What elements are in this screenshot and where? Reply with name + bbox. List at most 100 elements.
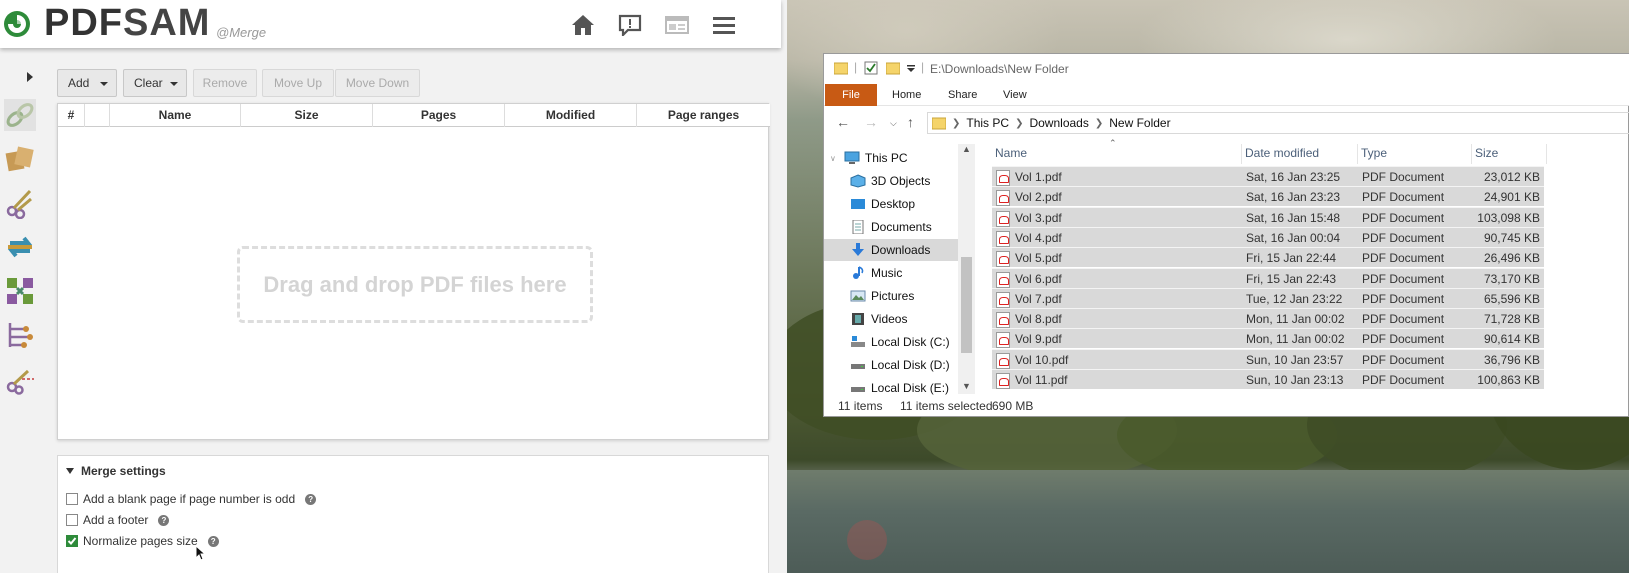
- file-row[interactable]: Vol 8.pdf Mon, 11 Jan 00:02 PDF Document 71…: [992, 308, 1544, 329]
- scroll-up-arrow-icon[interactable]: ▲: [962, 144, 971, 154]
- column-header-name[interactable]: Name: [992, 144, 1242, 164]
- column-header-size[interactable]: Size: [1472, 144, 1547, 164]
- nav-item-music[interactable]: Music: [824, 262, 959, 284]
- clear-button[interactable]: Clear: [123, 69, 187, 97]
- new-folder-icon[interactable]: [886, 61, 900, 75]
- remove-button[interactable]: Remove: [193, 69, 257, 97]
- add-button[interactable]: Add: [57, 69, 117, 97]
- split-by-bookmarks-tool-icon[interactable]: [4, 319, 36, 351]
- ribbon-tab-view[interactable]: View: [991, 84, 1039, 106]
- scrollbar-thumb[interactable]: [961, 257, 972, 353]
- nav-item-local-disk-c[interactable]: Local Disk (C:): [824, 331, 959, 353]
- forward-arrow-icon[interactable]: →: [864, 114, 878, 130]
- nav-item-documents[interactable]: Documents: [824, 216, 959, 238]
- nav-item-videos[interactable]: Videos: [824, 308, 959, 330]
- file-row[interactable]: Vol 3.pdf Sat, 16 Jan 15:48 PDF Document 10…: [992, 206, 1544, 227]
- breadcrumb-chevron-icon[interactable]: ❯: [1095, 118, 1103, 129]
- file-name: Vol 6.pdf: [1015, 271, 1062, 286]
- documents-icon: [852, 220, 864, 234]
- pdf-dropzone[interactable]: Drag and drop PDF files here: [237, 246, 593, 323]
- breadcrumb-chevron-icon[interactable]: ❯: [1015, 118, 1023, 129]
- nav-item-3d-objects[interactable]: 3D Objects: [824, 170, 959, 192]
- column-header-index[interactable]: #: [58, 104, 85, 127]
- collapse-chevron-icon[interactable]: ∨: [830, 154, 836, 163]
- expand-sidebar-icon[interactable]: [27, 72, 33, 82]
- nav-label: 3D Objects: [871, 174, 931, 188]
- footer-label[interactable]: Add a footer: [83, 513, 148, 527]
- column-header-status[interactable]: [85, 104, 110, 127]
- column-header-size[interactable]: Size: [241, 104, 373, 127]
- file-row[interactable]: Vol 5.pdf Fri, 15 Jan 22:44 PDF Document 26…: [992, 247, 1544, 268]
- file-row[interactable]: Vol 2.pdf Sat, 16 Jan 23:23 PDF Document 24…: [992, 186, 1544, 207]
- split-by-size-tool-icon[interactable]: [4, 363, 36, 395]
- ribbon-tab-file[interactable]: File: [825, 84, 877, 106]
- extract-tool-icon[interactable]: [4, 275, 36, 307]
- file-size: 24,901 KB: [1483, 190, 1540, 205]
- back-arrow-icon[interactable]: ←: [836, 114, 850, 130]
- menu-icon[interactable]: [711, 12, 737, 38]
- column-header-page-ranges[interactable]: Page ranges: [637, 104, 770, 127]
- merge-tool-icon[interactable]: [4, 99, 36, 131]
- move-up-button[interactable]: Move Up: [262, 69, 334, 97]
- column-header-name[interactable]: Name: [110, 104, 241, 127]
- quick-access-dropdown-icon[interactable]: [906, 65, 916, 73]
- rotate-tool-icon[interactable]: [4, 231, 36, 263]
- nav-item-this-pc[interactable]: ∨ This PC: [824, 147, 959, 169]
- address-box[interactable]: ❯ This PC ❯ Downloads ❯ New Folder: [927, 112, 1629, 134]
- file-row[interactable]: Vol 6.pdf Fri, 15 Jan 22:43 PDF Document 73…: [992, 267, 1544, 288]
- scroll-down-arrow-icon[interactable]: ▼: [962, 381, 971, 391]
- breadcrumb-this-pc[interactable]: This PC: [966, 116, 1009, 130]
- navigation-scrollbar[interactable]: ▲ ▼: [958, 144, 975, 394]
- help-icon[interactable]: ?: [207, 535, 219, 547]
- file-row[interactable]: Vol 1.pdf Sat, 16 Jan 23:25 PDF Document 23…: [992, 166, 1544, 186]
- breadcrumb-downloads[interactable]: Downloads: [1029, 116, 1088, 130]
- properties-icon[interactable]: [864, 61, 878, 75]
- normalize-label[interactable]: Normalize pages size: [83, 534, 198, 548]
- nav-label: Local Disk (D:): [871, 358, 950, 372]
- file-name: Vol 9.pdf: [1015, 332, 1062, 347]
- file-row[interactable]: Vol 11.pdf Sun, 10 Jan 23:13 PDF Document 1…: [992, 369, 1544, 389]
- file-row[interactable]: Vol 4.pdf Sat, 16 Jan 00:04 PDF Document 90…: [992, 226, 1544, 247]
- news-icon[interactable]: [664, 12, 690, 38]
- 3d-objects-icon: [850, 174, 866, 188]
- help-icon[interactable]: ?: [158, 514, 170, 526]
- file-row[interactable]: Vol 7.pdf Tue, 12 Jan 23:22 PDF Document 65…: [992, 287, 1544, 308]
- merge-settings-toggle[interactable]: Merge settings: [66, 464, 166, 478]
- titlebar-divider: |: [854, 60, 858, 74]
- breadcrumb-new-folder[interactable]: New Folder: [1109, 116, 1170, 130]
- help-icon[interactable]: ?: [305, 493, 317, 505]
- nav-item-local-disk-d[interactable]: Local Disk (D:): [824, 354, 959, 376]
- home-icon[interactable]: [570, 12, 596, 38]
- nav-label: Desktop: [871, 197, 916, 211]
- file-row[interactable]: Vol 9.pdf Mon, 11 Jan 00:02 PDF Document 90…: [992, 328, 1544, 349]
- move-down-button[interactable]: Move Down: [335, 69, 420, 97]
- file-type: PDF Document: [1362, 373, 1445, 387]
- feedback-icon[interactable]: [617, 12, 643, 38]
- recent-locations-chevron-icon[interactable]: ⌵: [890, 118, 897, 129]
- nav-item-local-disk-e[interactable]: Local Disk (E:): [824, 377, 959, 399]
- normalize-checkbox[interactable]: [66, 535, 78, 547]
- alternate-mix-tool-icon[interactable]: [4, 143, 36, 175]
- downloads-icon: [852, 243, 864, 256]
- nav-item-downloads[interactable]: Downloads: [824, 239, 959, 261]
- ribbon-tab-share[interactable]: Share: [936, 84, 989, 106]
- breadcrumb-chevron-icon[interactable]: ❯: [952, 118, 960, 129]
- explorer-address-bar: ← → ⌵ ↑ ❯ This PC ❯ Downloads ❯ New Fold…: [824, 110, 1629, 136]
- footer-checkbox[interactable]: [66, 514, 78, 526]
- ribbon-tab-home[interactable]: Home: [880, 84, 933, 106]
- nav-item-desktop[interactable]: Desktop: [824, 193, 959, 215]
- column-header-date-modified[interactable]: Date modified: [1242, 144, 1358, 164]
- column-header-pages[interactable]: Pages: [373, 104, 505, 127]
- file-row[interactable]: Vol 10.pdf Sun, 10 Jan 23:57 PDF Document 3…: [992, 348, 1544, 369]
- file-name: Vol 4.pdf: [1015, 230, 1062, 245]
- file-date-modified: Sat, 16 Jan 15:48: [1246, 210, 1341, 225]
- blank-page-checkbox[interactable]: [66, 493, 78, 505]
- split-tool-icon[interactable]: [4, 187, 36, 219]
- file-name: Vol 2.pdf: [1015, 190, 1062, 205]
- column-header-type[interactable]: Type: [1358, 144, 1472, 164]
- blank-page-label[interactable]: Add a blank page if page number is odd: [83, 492, 295, 506]
- file-size: 73,170 KB: [1483, 271, 1540, 286]
- nav-item-pictures[interactable]: Pictures: [824, 285, 959, 307]
- up-arrow-icon[interactable]: ↑: [907, 114, 914, 130]
- column-header-modified[interactable]: Modified: [505, 104, 637, 127]
